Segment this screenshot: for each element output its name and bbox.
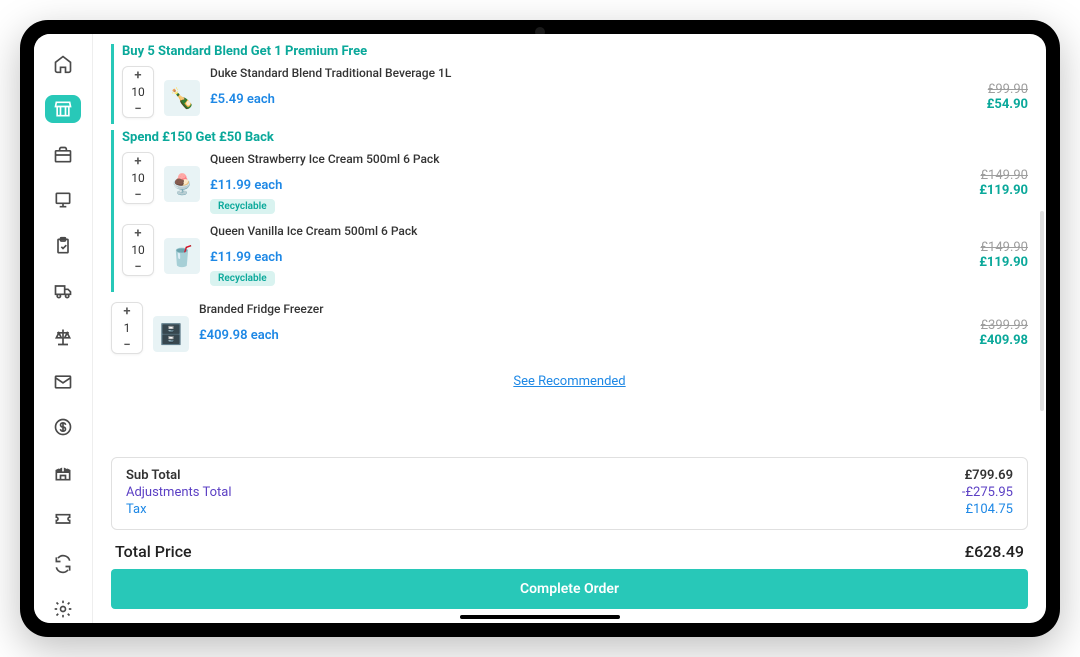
summary-card: Sub Total£799.69 Adjustments Total-£275.… [111, 457, 1028, 530]
qty-value: 10 [131, 241, 145, 259]
adjustments-row: Adjustments Total-£275.95 [126, 485, 1013, 500]
home-indicator[interactable] [460, 615, 620, 619]
cart-line-item: +10−🍨Queen Strawberry Ice Cream 500ml 6 … [122, 148, 1028, 220]
nav-scale-icon[interactable] [45, 323, 81, 350]
product-name: Branded Fridge Freezer [199, 302, 969, 316]
nav-dollar-icon[interactable] [45, 414, 81, 441]
qty-increase-button[interactable]: + [112, 303, 142, 319]
original-price: £149.90 [980, 168, 1028, 183]
qty-decrease-button[interactable]: − [123, 101, 153, 117]
nav-sync-icon[interactable] [45, 550, 81, 577]
unit-price: £5.49 each [210, 92, 977, 107]
nav-ticket-icon[interactable] [45, 505, 81, 532]
qty-value: 10 [131, 169, 145, 187]
unit-price: £409.98 each [199, 328, 969, 343]
product-thumbnail: 🍨 [164, 166, 200, 202]
complete-order-button[interactable]: Complete Order [111, 569, 1028, 609]
original-price: £399.99 [980, 318, 1028, 333]
tablet-frame: Buy 5 Standard Blend Get 1 Premium Free +… [20, 20, 1060, 637]
quantity-stepper: +10− [122, 224, 154, 276]
nav-clipboard-icon[interactable] [45, 232, 81, 259]
product-name: Duke Standard Blend Traditional Beverage… [210, 66, 977, 80]
current-price: £119.90 [979, 183, 1028, 198]
price-column: £149.90£119.90 [979, 240, 1028, 270]
total-row: Total Price£628.49 [111, 538, 1028, 569]
price-column: £149.90£119.90 [979, 168, 1028, 198]
promo-title: Buy 5 Standard Blend Get 1 Premium Free [122, 44, 1028, 59]
product-thumbnail: 🍾 [164, 80, 200, 116]
current-price: £119.90 [979, 255, 1028, 270]
qty-increase-button[interactable]: + [123, 67, 153, 83]
current-price: £54.90 [987, 97, 1028, 112]
footer: Sub Total£799.69 Adjustments Total-£275.… [93, 447, 1046, 623]
cart-scroll: Buy 5 Standard Blend Get 1 Premium Free +… [93, 34, 1046, 447]
item-details: Duke Standard Blend Traditional Beverage… [210, 66, 977, 107]
unit-price: £11.99 each [210, 250, 969, 265]
cart-line-item: +10−🥤Queen Vanilla Ice Cream 500ml 6 Pac… [122, 220, 1028, 292]
app-screen: Buy 5 Standard Blend Get 1 Premium Free +… [34, 34, 1046, 623]
product-name: Queen Strawberry Ice Cream 500ml 6 Pack [210, 152, 969, 166]
subtotal-row: Sub Total£799.69 [126, 468, 1013, 483]
item-details: Branded Fridge Freezer £409.98 each [199, 302, 969, 343]
current-price: £409.98 [979, 333, 1028, 348]
nav-castle-icon[interactable] [45, 459, 81, 486]
tax-row: Tax£104.75 [126, 502, 1013, 517]
quantity-stepper: +1− [111, 302, 143, 354]
nav-mail-icon[interactable] [45, 368, 81, 395]
qty-value: 10 [131, 83, 145, 101]
item-details: Queen Strawberry Ice Cream 500ml 6 Pack £… [210, 152, 969, 214]
nav-sidebar [34, 34, 92, 623]
original-price: £149.90 [980, 240, 1028, 255]
product-name: Queen Vanilla Ice Cream 500ml 6 Pack [210, 224, 969, 238]
promo-title: Spend £150 Get £50 Back [122, 130, 1028, 145]
qty-decrease-button[interactable]: − [112, 337, 142, 353]
qty-decrease-button[interactable]: − [123, 187, 153, 203]
promo-group: Spend £150 Get £50 Back+10−🍨Queen Strawb… [111, 130, 1028, 292]
qty-decrease-button[interactable]: − [123, 259, 153, 275]
price-column: £399.99£409.98 [979, 318, 1028, 348]
quantity-stepper: +10− [122, 152, 154, 204]
nav-home-icon[interactable] [45, 50, 81, 77]
quantity-stepper: +10− [122, 66, 154, 118]
nav-settings-icon[interactable] [45, 596, 81, 623]
unit-price: £11.99 each [210, 178, 969, 193]
product-thumbnail: 🗄️ [153, 316, 189, 352]
product-thumbnail: 🥤 [164, 238, 200, 274]
recyclable-badge: Recyclable [210, 271, 275, 286]
nav-display-icon[interactable] [45, 186, 81, 213]
recommended-block: See Recommended [111, 370, 1028, 389]
main-content: Buy 5 Standard Blend Get 1 Premium Free +… [92, 34, 1046, 623]
cart-line-item: +10−🍾Duke Standard Blend Traditional Bev… [122, 62, 1028, 124]
qty-value: 1 [124, 319, 131, 337]
nav-truck-icon[interactable] [45, 277, 81, 304]
qty-increase-button[interactable]: + [123, 153, 153, 169]
nav-store-icon[interactable] [45, 95, 81, 122]
price-column: £99.90£54.90 [987, 82, 1028, 112]
original-price: £99.90 [988, 82, 1028, 97]
recyclable-badge: Recyclable [210, 199, 275, 214]
promo-group: Buy 5 Standard Blend Get 1 Premium Free +… [111, 44, 1028, 124]
nav-briefcase-icon[interactable] [45, 141, 81, 168]
item-details: Queen Vanilla Ice Cream 500ml 6 Pack £11.… [210, 224, 969, 286]
scrollbar[interactable] [1040, 211, 1044, 411]
qty-increase-button[interactable]: + [123, 225, 153, 241]
cart-line-item: +1−🗄️Branded Fridge Freezer£409.98 each£… [111, 298, 1028, 360]
see-recommended-link[interactable]: See Recommended [513, 374, 625, 389]
